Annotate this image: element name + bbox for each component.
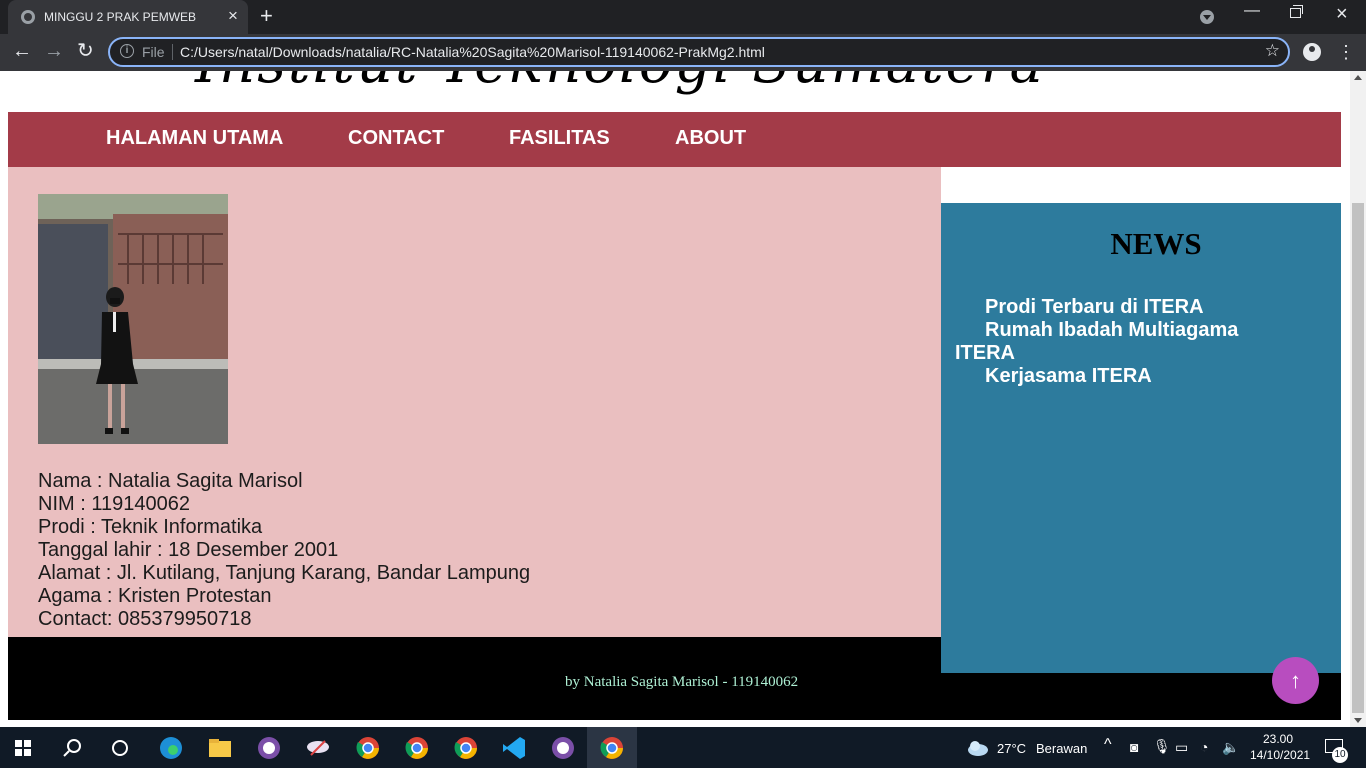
navbar: HALAMAN UTAMA CONTACT FASILITAS ABOUT [8,112,1341,167]
nav-item-about[interactable]: ABOUT [675,127,746,150]
battery-icon[interactable]: ▭ [1175,739,1188,756]
footer [8,637,941,720]
volume-icon[interactable]: 🔈 [1222,739,1239,756]
nav-item-fasilitas[interactable]: FASILITAS [509,127,610,150]
web-page: Institut Teknologi Sumatera HALAMAN UTAM… [0,71,1350,727]
notification-badge: 10 [1332,747,1348,763]
taskbar: 27°C Berawan ^ ◙ 🎙 ▭ ◔ 🔈 23.00 14/10/202… [0,727,1366,768]
github-desktop-icon[interactable] [550,735,576,761]
restore-button[interactable] [1290,5,1303,18]
news-sidebar: NEWS Prodi Terbaru di ITERA Rumah Ibadah… [941,203,1341,673]
browser-menu-icon[interactable]: ⋮ [1337,40,1355,64]
chrome-profile-icon[interactable] [355,735,381,761]
back-arrow-icon[interactable]: ← [12,40,32,62]
news-list: Prodi Terbaru di ITERA Rumah Ibadah Mult… [955,296,1255,388]
vscode-icon[interactable] [501,735,527,761]
bio-prodi: Prodi : Teknik Informatika [38,516,263,538]
nav-item-contact[interactable]: CONTACT [348,127,444,150]
profile-avatar-icon[interactable] [1303,43,1321,61]
info-icon[interactable]: i [120,44,134,58]
profile-section: Nama : Natalia Sagita Marisol NIM : 1191… [8,167,941,637]
browser-tab-strip: MINGGU 2 PRAK PEMWEB × + — × [0,0,1366,34]
chrome-icon[interactable] [599,735,625,761]
profile-photo [38,194,228,444]
bio-name: Nama : Natalia Sagita Marisol [38,470,303,492]
scroll-down-icon[interactable] [1354,718,1362,723]
clock-date: 14/10/2021 [1250,748,1311,762]
tab-title: MINGGU 2 PRAK PEMWEB [44,10,197,24]
windows-start-icon[interactable] [15,740,31,756]
search-icon[interactable] [60,735,86,761]
chevron-up-icon[interactable]: ^ [1104,736,1112,754]
address-bar[interactable]: i File C:/Users/natal/Downloads/natalia/… [108,37,1290,67]
divider [172,44,173,60]
back-to-top-button[interactable]: ↑ [1272,657,1319,704]
new-tab-button[interactable]: + [260,5,273,27]
meet-now-icon[interactable]: ◙ [1130,739,1138,755]
snipping-tool-icon[interactable] [305,735,331,761]
wifi-icon[interactable]: ◔ [1200,739,1208,755]
nav-item-halaman-utama[interactable]: HALAMAN UTAMA [106,127,283,150]
chrome-profile-icon[interactable] [404,735,430,761]
news-item[interactable]: Kerjasama ITERA [955,365,1255,388]
file-label: File [142,44,165,60]
bio-address: Alamat : Jl. Kutilang, Tanjung Karang, B… [38,562,531,584]
file-explorer-icon[interactable] [207,735,233,761]
microphone-icon[interactable]: 🎙 [1153,738,1171,755]
bio-religion: Agama : Kristen Protestan [38,585,272,607]
close-tab-icon[interactable]: × [228,7,238,25]
news-item[interactable]: Rumah Ibadah Multiagama ITERA [955,319,1255,365]
news-heading: NEWS [1110,226,1202,261]
github-desktop-icon[interactable] [256,735,282,761]
close-window-button[interactable]: × [1336,3,1348,25]
reload-icon[interactable]: ↻ [77,40,94,62]
globe-icon [21,10,35,24]
chrome-profile-icon[interactable] [453,735,479,761]
minimize-button[interactable]: — [1244,2,1260,20]
bookmark-star-icon[interactable]: ☆ [1265,41,1280,61]
task-view-icon[interactable] [107,735,133,761]
footer-credit: by Natalia Sagita Marisol - 119140062 [565,674,799,690]
edge-browser-icon[interactable] [158,735,184,761]
banner-title: Institut Teknologi Sumatera [195,71,1045,96]
tab-search-icon[interactable] [1200,10,1214,24]
forward-arrow-icon[interactable]: → [44,40,64,62]
weather-temperature[interactable]: 27°C [997,741,1026,756]
page-scrollbar[interactable] [1350,71,1366,727]
bio-contact: Contact: 085379950718 [38,608,252,630]
browser-tab[interactable]: MINGGU 2 PRAK PEMWEB × [8,0,248,34]
bio-list: Nama : Natalia Sagita Marisol NIM : 1191… [38,470,530,631]
news-item[interactable]: Prodi Terbaru di ITERA [955,296,1255,319]
clock-time: 23.00 [1262,732,1294,746]
weather-description[interactable]: Berawan [1036,741,1087,756]
scroll-up-icon[interactable] [1354,75,1362,80]
weather-cloud-icon[interactable] [965,735,991,761]
browser-toolbar: ← → ↻ i File C:/Users/natal/Downloads/na… [0,34,1366,71]
taskbar-clock[interactable]: 23.00 14/10/2021 [1250,731,1311,763]
bio-birthdate: Tanggal lahir : 18 Desember 2001 [38,539,339,561]
url-text[interactable]: C:/Users/natal/Downloads/natalia/RC-Nata… [180,44,765,60]
bio-nim: NIM : 119140062 [38,493,190,515]
scrollbar-thumb[interactable] [1352,203,1364,713]
